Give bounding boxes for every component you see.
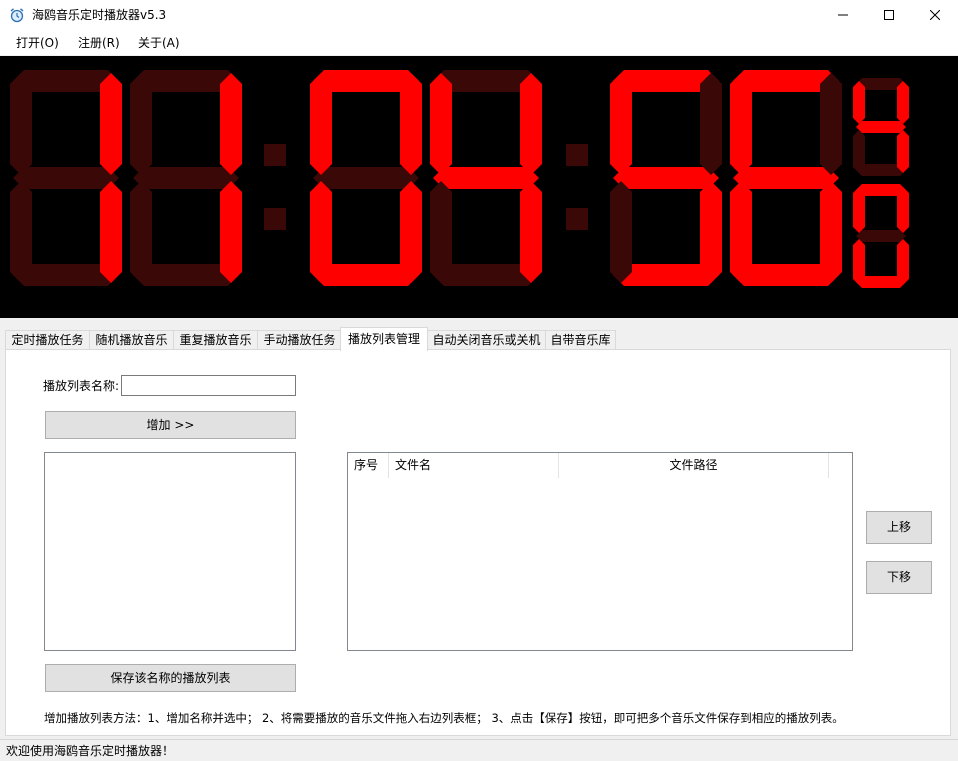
column-header-index[interactable]: 序号 <box>348 453 389 478</box>
hour-ones-digit-segment-g <box>133 167 239 189</box>
tab-scheduled-play[interactable]: 定时播放任务 <box>5 330 90 350</box>
extra-digit-segment-e <box>853 239 865 285</box>
digital-clock-display <box>0 56 958 318</box>
hour-ones-digit-segment-c <box>220 181 242 283</box>
second-tens-digit-segment-f <box>610 73 632 175</box>
tab-manual-play[interactable]: 手动播放任务 <box>257 330 342 350</box>
minute-tens-digit-segment-f <box>310 73 332 175</box>
window-title: 海鸥音乐定时播放器v5.3 <box>32 7 166 23</box>
extra-digit-segment-c <box>897 239 909 285</box>
playlist-name-label: 播放列表名称: <box>43 378 119 394</box>
column-header-filename[interactable]: 文件名 <box>389 453 559 478</box>
minute-ones-digit-segment-g <box>433 167 539 189</box>
add-playlist-button[interactable]: 增加 >> <box>45 411 296 439</box>
alarm-clock-icon <box>9 7 25 23</box>
title-bar: 海鸥音乐定时播放器v5.3 <box>0 0 958 30</box>
hour-tens-digit-segment-b <box>100 73 122 175</box>
minute-tens-digit-segment-b <box>400 73 422 175</box>
fraction-digit-segment-b <box>897 81 909 124</box>
extra-digit-segment-f <box>853 187 865 233</box>
extra-digit-segment-g <box>856 230 906 242</box>
fraction-digit-segment-e <box>853 130 865 173</box>
minute-ones-digit-segment-c <box>520 181 542 283</box>
hour-tens-digit-segment-g <box>13 167 119 189</box>
second-ones-digit-segment-c <box>820 181 842 283</box>
hour-ones-digit-segment-b <box>220 73 242 175</box>
second-ones-digit-segment-g <box>733 167 839 189</box>
second-tens-digit-segment-e <box>610 181 632 283</box>
hour-tens-digit-segment-c <box>100 181 122 283</box>
tab-music-library[interactable]: 自带音乐库 <box>545 330 616 350</box>
move-down-button[interactable]: 下移 <box>866 561 932 594</box>
usage-hint-text: 增加播放列表方法：1、增加名称并选中； 2、将需要播放的音乐文件拖入右边列表框；… <box>44 710 844 726</box>
minute-ones-digit-segment-e <box>430 181 452 283</box>
tab-random-play[interactable]: 随机播放音乐 <box>89 330 174 350</box>
tab-playlist-manage[interactable]: 播放列表管理 <box>340 327 428 351</box>
status-text: 欢迎使用海鸥音乐定时播放器！ <box>6 743 174 759</box>
second-tens-digit-segment-b <box>700 73 722 175</box>
hour-ones-digit-segment-f <box>130 73 152 175</box>
close-button[interactable] <box>912 0 958 30</box>
menu-open[interactable]: 打开(O) <box>16 35 59 51</box>
second-tens-digit-segment-c <box>700 181 722 283</box>
hour-tens-digit-segment-e <box>10 181 32 283</box>
hour-tens-digit-segment-f <box>10 73 32 175</box>
menu-about[interactable]: 关于(A) <box>138 35 180 51</box>
colon-2-dot-1 <box>566 208 588 230</box>
playlist-files-table[interactable]: 序号 文件名 文件路径 <box>347 452 853 651</box>
maximize-button[interactable] <box>866 0 912 30</box>
minute-tens-digit-segment-g <box>313 167 419 189</box>
menu-bar: 打开(O) 注册(R) 关于(A) <box>0 30 958 56</box>
seven-segment-clock <box>0 56 958 318</box>
menu-register[interactable]: 注册(R) <box>78 35 120 51</box>
minute-tens-digit-segment-e <box>310 181 332 283</box>
second-ones-digit-segment-f <box>730 73 752 175</box>
second-ones-digit-segment-b <box>820 73 842 175</box>
second-tens-digit-segment-g <box>613 167 719 189</box>
column-header-filepath[interactable]: 文件路径 <box>559 453 829 478</box>
minute-ones-digit-segment-b <box>520 73 542 175</box>
colon-1-dot-1 <box>264 208 286 230</box>
colon-2-dot-0 <box>566 144 588 166</box>
minute-tens-digit-segment-c <box>400 181 422 283</box>
playlist-names-list[interactable] <box>44 452 296 651</box>
save-playlist-button[interactable]: 保存该名称的播放列表 <box>45 664 296 692</box>
extra-digit-segment-b <box>897 187 909 233</box>
hour-ones-digit-segment-e <box>130 181 152 283</box>
status-bar: 欢迎使用海鸥音乐定时播放器！ <box>0 739 958 761</box>
colon-1-dot-0 <box>264 144 286 166</box>
minimize-button[interactable] <box>820 0 866 30</box>
fraction-digit-segment-c <box>897 130 909 173</box>
fraction-digit-segment-g <box>856 121 906 133</box>
second-ones-digit-segment-e <box>730 181 752 283</box>
minute-ones-digit-segment-f <box>430 73 452 175</box>
minimize-icon <box>838 10 848 20</box>
move-up-button[interactable]: 上移 <box>866 511 932 544</box>
tab-auto-shutdown[interactable]: 自动关闭音乐或关机 <box>427 330 546 350</box>
playlist-name-input[interactable] <box>121 375 296 396</box>
tab-repeat-play[interactable]: 重复播放音乐 <box>173 330 258 350</box>
fraction-digit-segment-f <box>853 81 865 124</box>
close-icon <box>930 10 940 20</box>
maximize-icon <box>884 10 894 20</box>
tab-strip: 定时播放任务 随机播放音乐 重复播放音乐 手动播放任务 播放列表管理 自动关闭音… <box>0 327 958 350</box>
